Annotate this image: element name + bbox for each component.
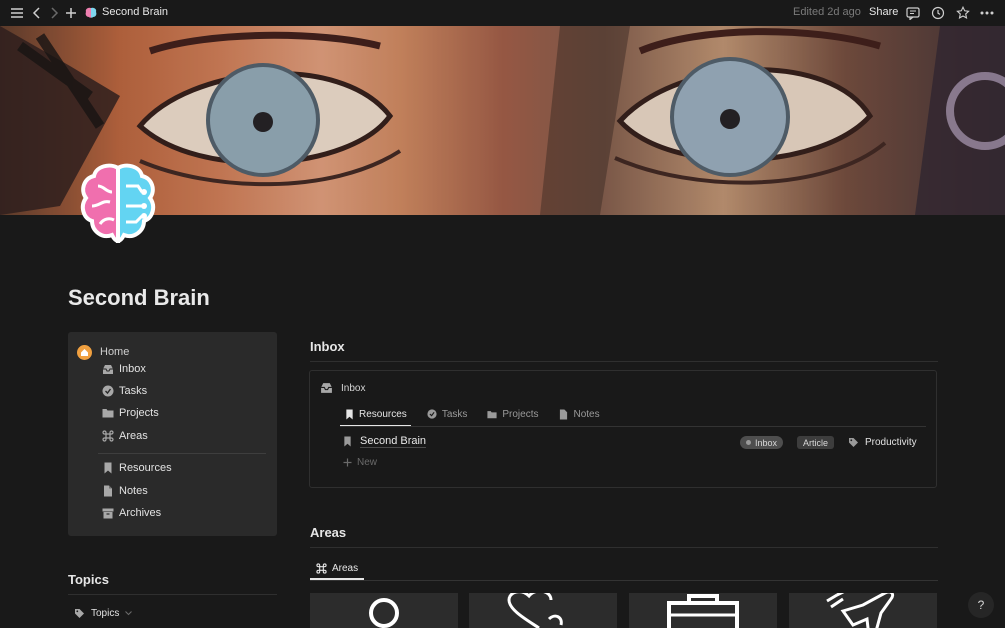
nav-item-notes[interactable]: Notes — [102, 483, 148, 499]
areas-heading-divider — [310, 547, 938, 548]
nav-item-label: Notes — [119, 485, 148, 497]
list-item[interactable]: Second Brain — [343, 435, 427, 448]
top-bar: Second Brain Edited 2d ago Share — [0, 0, 1005, 26]
more-options-icon[interactable] — [979, 5, 995, 21]
tab-tasks[interactable]: Tasks — [423, 403, 472, 425]
inbox-icon — [320, 382, 333, 394]
history-clock-icon[interactable] — [930, 5, 946, 21]
item-title[interactable]: Second Brain — [360, 435, 427, 448]
inbox-database: Inbox Resources Tasks Projects Notes Sec… — [309, 370, 937, 488]
nav-item-label: Archives — [119, 507, 162, 519]
share-button[interactable]: Share — [869, 6, 898, 18]
tab-label: Projects — [502, 408, 539, 420]
topic-label: Productivity — [865, 437, 917, 448]
tab-areas[interactable]: Areas — [310, 558, 365, 580]
nav-item-tasks[interactable]: Tasks — [102, 383, 147, 399]
areas-tabs-divider — [310, 580, 938, 581]
database-title: Inbox — [341, 382, 366, 394]
home-label: Home — [100, 346, 130, 358]
folder-icon — [102, 407, 114, 419]
nav-divider — [98, 453, 266, 454]
document-icon — [102, 485, 114, 497]
database-view-tabs: Resources Tasks Projects Notes — [340, 403, 616, 427]
new-item-button[interactable]: New — [343, 457, 377, 468]
brain-page-icon[interactable] — [74, 162, 162, 250]
tab-projects[interactable]: Projects — [483, 403, 542, 425]
help-label: ? — [977, 598, 985, 612]
topics-heading: Topics — [68, 572, 109, 587]
check-circle-icon — [102, 385, 114, 397]
topics-heading-divider — [68, 594, 277, 595]
menu-icon[interactable] — [9, 5, 25, 21]
bookmark-icon — [343, 436, 352, 447]
tab-notes[interactable]: Notes — [555, 403, 604, 425]
area-card[interactable] — [789, 593, 937, 628]
nav-item-inbox[interactable]: Inbox — [102, 361, 146, 377]
circle-icon — [369, 598, 399, 628]
page-title[interactable]: Second Brain — [68, 285, 210, 311]
tag-icon — [848, 437, 859, 448]
edited-timestamp: Edited 2d ago — [793, 6, 861, 18]
document-icon — [559, 409, 569, 419]
tab-label: Notes — [573, 408, 600, 420]
topic-tag[interactable]: Productivity — [842, 436, 923, 449]
star-icon[interactable] — [955, 5, 971, 21]
brain-icon — [83, 5, 99, 21]
bookmark-icon — [102, 462, 114, 474]
tab-label: Tasks — [441, 408, 468, 420]
inbox-heading-divider — [310, 361, 938, 362]
nav-item-resources[interactable]: Resources — [102, 460, 172, 476]
status-dot — [746, 440, 751, 445]
archive-icon — [102, 507, 114, 519]
tab-resources[interactable]: Resources — [340, 403, 411, 427]
new-item-label: New — [357, 457, 378, 468]
areas-heading: Areas — [310, 525, 347, 540]
tag-icon — [74, 608, 85, 619]
home-link[interactable]: Home — [77, 344, 129, 360]
nav-item-archives[interactable]: Archives — [102, 505, 161, 521]
bookmark-icon — [344, 409, 354, 419]
nav-item-label: Resources — [119, 462, 172, 474]
chevron-down-icon — [125, 611, 133, 616]
database-title-row[interactable]: Inbox — [320, 382, 365, 394]
command-icon — [102, 430, 114, 442]
nav-item-label: Projects — [119, 407, 159, 419]
status-label: Inbox — [755, 437, 778, 448]
home-icon — [77, 344, 92, 360]
command-icon — [316, 562, 327, 574]
help-button[interactable]: ? — [968, 592, 994, 618]
tab-label: Areas — [332, 562, 359, 574]
comment-icon[interactable] — [905, 5, 921, 21]
type-tag: Article — [797, 436, 835, 449]
plus-icon[interactable] — [63, 5, 79, 21]
navigation-callout: Home Inbox Tasks Projects Areas Resource… — [68, 332, 277, 536]
check-circle-icon — [427, 409, 437, 419]
nav-item-areas[interactable]: Areas — [102, 428, 148, 444]
nav-item-label: Tasks — [119, 385, 148, 397]
inbox-heading: Inbox — [310, 339, 345, 354]
airplane-icon — [826, 593, 895, 628]
tabs-divider — [340, 426, 926, 427]
area-card[interactable] — [629, 593, 777, 628]
topics-toggle[interactable]: Topics — [74, 608, 133, 619]
topics-toggle-label: Topics — [91, 608, 120, 619]
nav-item-label: Areas — [119, 430, 148, 442]
nav-item-projects[interactable]: Projects — [102, 405, 159, 421]
breadcrumb-title[interactable]: Second Brain — [102, 6, 168, 18]
area-card[interactable] — [469, 593, 617, 628]
back-arrow-icon[interactable] — [29, 5, 45, 21]
nav-item-label: Inbox — [119, 363, 146, 375]
folder-icon — [487, 409, 497, 419]
forward-arrow-icon[interactable] — [46, 5, 62, 21]
heart-icon — [507, 593, 563, 628]
plus-icon — [343, 458, 352, 467]
briefcase-icon — [667, 594, 739, 628]
status-badge: Inbox — [740, 436, 784, 449]
type-label: Article — [803, 437, 829, 448]
area-card[interactable] — [310, 593, 458, 628]
inbox-icon — [102, 363, 114, 375]
tab-label: Resources — [359, 408, 407, 420]
